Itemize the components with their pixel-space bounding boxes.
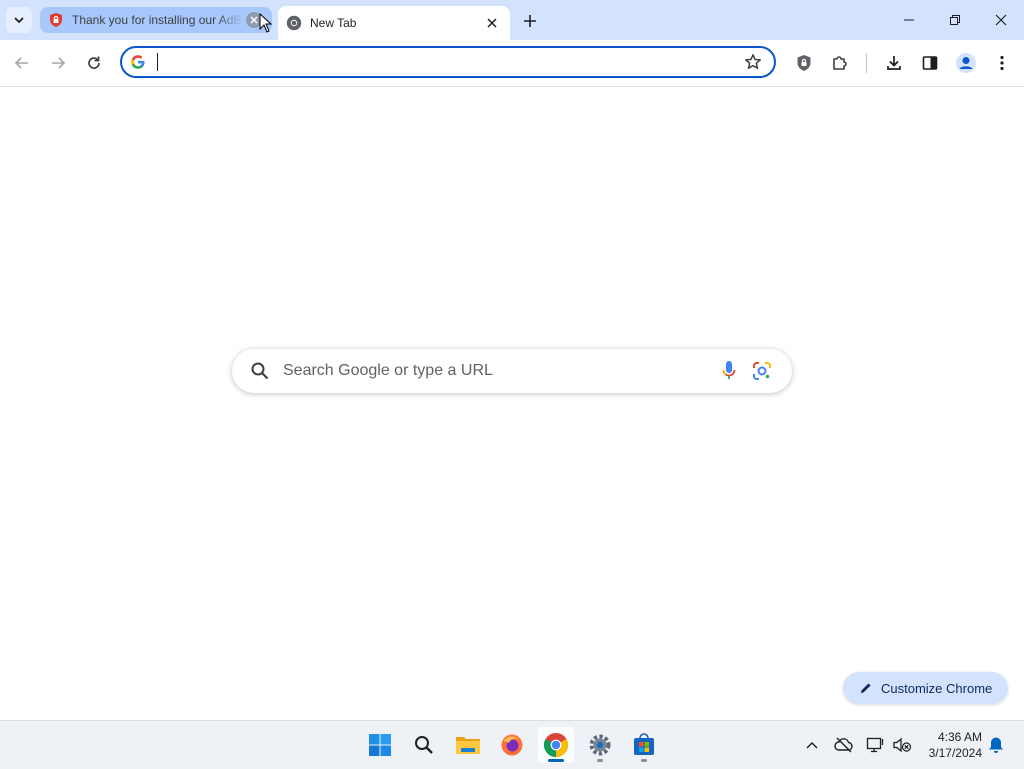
shield-icon [797, 55, 811, 71]
notifications-button[interactable] [986, 735, 1006, 755]
customize-chrome-button[interactable]: Customize Chrome [843, 672, 1008, 704]
close-icon [995, 14, 1007, 26]
tab-close-button[interactable] [484, 15, 500, 31]
restore-button[interactable] [932, 0, 978, 40]
downloads-button[interactable] [880, 49, 908, 77]
chrome-icon [286, 15, 302, 31]
taskbar-chrome[interactable] [538, 727, 574, 763]
tab-strip: Thank you for installing our AdBlock New… [0, 0, 1024, 40]
taskbar-settings[interactable] [582, 727, 618, 763]
restore-icon [950, 15, 960, 25]
tab-title: Thank you for installing our AdBlock [72, 13, 242, 27]
firefox-icon [501, 734, 523, 756]
chrome-icon [543, 733, 569, 757]
minimize-button[interactable] [886, 0, 932, 40]
google-lens-icon[interactable] [752, 361, 772, 381]
taskbar-clock[interactable]: 4:36 AM 3/17/2024 [918, 729, 982, 761]
close-icon [487, 18, 497, 28]
reload-button[interactable] [80, 49, 108, 77]
bell-icon [989, 737, 1003, 753]
text-caret [157, 53, 158, 71]
onedrive-tray-button[interactable] [834, 735, 854, 755]
mouse-cursor-icon [259, 13, 273, 33]
tab-adblock[interactable]: Thank you for installing our AdBlock [40, 7, 272, 33]
google-g-icon [131, 55, 145, 69]
plus-icon [524, 15, 536, 27]
clock-time: 4:36 AM [937, 730, 982, 744]
chevron-down-icon [14, 17, 24, 24]
search-icon [415, 736, 433, 754]
tab-title: New Tab [310, 16, 357, 30]
bookmark-star-icon[interactable] [744, 53, 762, 71]
volume-muted-icon [893, 737, 912, 753]
ntp-search-box[interactable]: Search Google or type a URL [232, 349, 792, 393]
arrow-left-icon [14, 57, 28, 69]
active-app-indicator [548, 759, 564, 762]
new-tab-button[interactable] [518, 9, 542, 33]
settings-icon [589, 734, 611, 756]
adblock-extension-button[interactable] [790, 49, 818, 77]
forward-button[interactable] [44, 49, 72, 77]
windows-start-icon [369, 734, 391, 756]
side-panel-icon [922, 56, 938, 70]
cloud-offline-icon [834, 737, 853, 753]
taskbar-firefox[interactable] [494, 727, 530, 763]
volume-tray-button[interactable] [892, 735, 912, 755]
extensions-button[interactable] [826, 49, 854, 77]
reload-icon [88, 56, 100, 69]
microsoft-store-icon [634, 733, 654, 755]
profile-button[interactable] [952, 49, 980, 77]
address-bar[interactable] [120, 46, 776, 78]
file-explorer-icon [456, 737, 480, 754]
close-icon [250, 16, 258, 24]
adblock-shield-icon [50, 13, 62, 27]
minimize-icon [904, 19, 914, 21]
puzzle-piece-icon [833, 56, 847, 70]
running-app-indicator [597, 759, 603, 762]
chrome-menu-button[interactable] [988, 49, 1016, 77]
microphone-icon[interactable] [722, 360, 736, 382]
tab-search-button[interactable] [6, 7, 32, 33]
ntp-search-placeholder: Search Google or type a URL [283, 362, 493, 379]
network-icon [866, 737, 884, 753]
back-button[interactable] [8, 49, 36, 77]
arrow-right-icon [52, 57, 66, 69]
windows-taskbar: 4:36 AM 3/17/2024 [0, 720, 1024, 769]
chevron-up-icon [806, 742, 818, 749]
start-button[interactable] [362, 727, 398, 763]
toolbar-separator [866, 53, 867, 73]
side-panel-button[interactable] [916, 49, 944, 77]
taskbar-microsoft-store[interactable] [626, 727, 662, 763]
running-app-indicator [641, 759, 647, 762]
taskbar-search-button[interactable] [406, 727, 442, 763]
avatar-icon [956, 53, 976, 73]
address-input[interactable] [156, 52, 730, 74]
tab-new-tab[interactable]: New Tab [278, 6, 510, 40]
download-icon [887, 56, 901, 70]
pencil-icon [861, 683, 871, 693]
network-tray-button[interactable] [866, 735, 886, 755]
clock-date: 3/17/2024 [928, 746, 982, 760]
close-window-button[interactable] [978, 0, 1024, 40]
show-hidden-icons-button[interactable] [802, 735, 822, 755]
browser-toolbar [0, 40, 1024, 87]
customize-chrome-label: Customize Chrome [881, 680, 993, 696]
taskbar-file-explorer[interactable] [450, 727, 486, 763]
search-icon [251, 362, 269, 380]
more-vert-icon [1000, 55, 1004, 71]
